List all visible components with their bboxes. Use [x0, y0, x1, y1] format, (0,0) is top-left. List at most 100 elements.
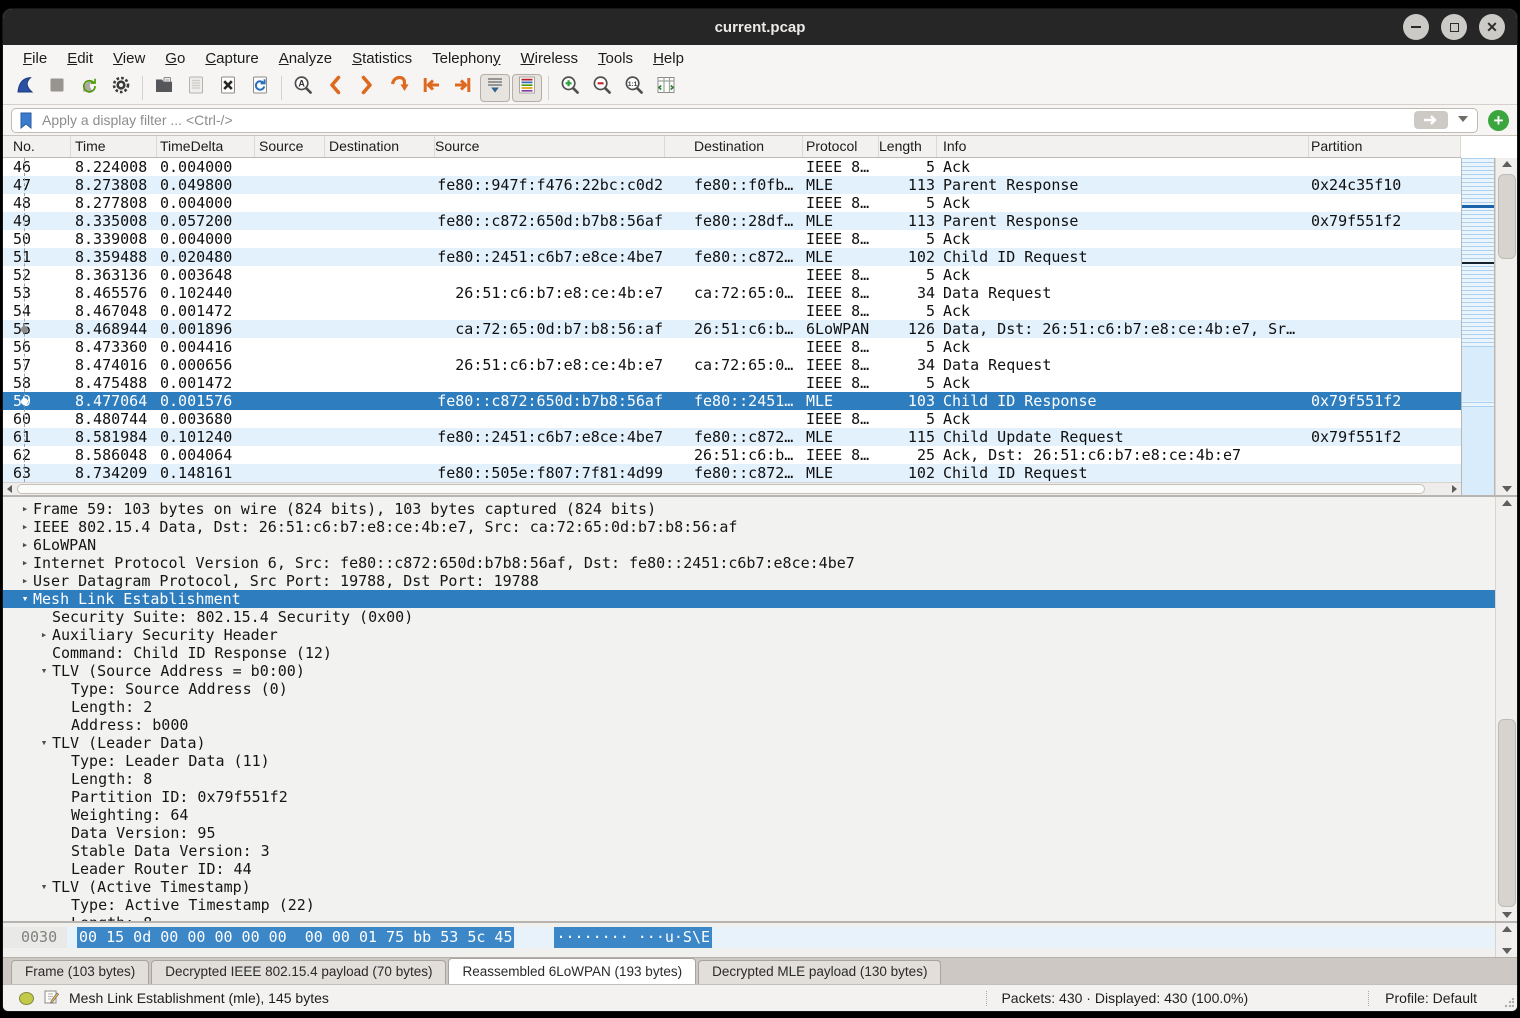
- open-file-button[interactable]: [149, 74, 179, 102]
- detail-line[interactable]: ▸User Datagram Protocol, Src Port: 19788…: [3, 572, 1517, 590]
- menu-statistics[interactable]: Statistics: [342, 48, 422, 69]
- zoom-original-button[interactable]: 1:1: [619, 74, 649, 102]
- zoom-out-button[interactable]: [587, 74, 617, 102]
- packet-row-46[interactable]: 468.2240080.004000IEEE 8…5Ack: [3, 158, 1461, 176]
- capture-comment-icon[interactable]: [44, 989, 59, 1007]
- packet-row-62[interactable]: 628.5860480.00406426:51:c6:b…IEEE 8…25Ac…: [3, 446, 1461, 464]
- byte-view-tab-0[interactable]: Frame (103 bytes): [11, 960, 149, 984]
- colorize-button[interactable]: [512, 74, 542, 102]
- detail-line[interactable]: Command: Child ID Response (12): [3, 644, 1517, 662]
- hex-ascii-selected[interactable]: ········ ···u·S\E: [554, 927, 712, 948]
- column-header-info[interactable]: Info: [937, 136, 1309, 157]
- stop-capture-button[interactable]: [42, 74, 72, 102]
- menu-capture[interactable]: Capture: [195, 48, 268, 69]
- details-scroll-thumb[interactable]: [1498, 719, 1516, 907]
- hex-vscrollbar[interactable]: [1495, 923, 1517, 957]
- menu-file[interactable]: File: [13, 48, 57, 69]
- details-vscrollbar[interactable]: [1495, 497, 1517, 921]
- expander-collapsed-icon[interactable]: ▸: [36, 626, 52, 644]
- column-header-destination[interactable]: Destination: [665, 136, 803, 157]
- packet-row-51[interactable]: 518.3594880.020480fe80::2451:c6b7:e8ce:4…: [3, 248, 1461, 266]
- reload-file-button[interactable]: [245, 74, 275, 102]
- packet-row-49[interactable]: 498.3350080.057200fe80::c872:650d:b7b8:5…: [3, 212, 1461, 230]
- hex-scroll-down[interactable]: [1502, 948, 1512, 954]
- expander-collapsed-icon[interactable]: ▸: [17, 572, 33, 590]
- detail-line[interactable]: Stable Data Version: 3: [3, 842, 1517, 860]
- capture-options-button[interactable]: [106, 74, 136, 102]
- menu-analyze[interactable]: Analyze: [269, 48, 342, 69]
- go-to-packet-button[interactable]: [384, 74, 414, 102]
- detail-line[interactable]: Data Version: 95: [3, 824, 1517, 842]
- intelligent-scrollbar-minimap[interactable]: [1461, 158, 1495, 495]
- close-file-button[interactable]: [213, 74, 243, 102]
- packet-row-57[interactable]: 578.4740160.00065626:51:c6:b7:e8:ce:4b:e…: [3, 356, 1461, 374]
- detail-line[interactable]: Type: Active Timestamp (22): [3, 896, 1517, 914]
- expander-collapsed-icon[interactable]: ▸: [17, 500, 33, 518]
- hscroll-left-arrow[interactable]: [7, 485, 12, 493]
- packet-row-58[interactable]: 588.4754880.001472IEEE 8…5Ack: [3, 374, 1461, 392]
- detail-line[interactable]: Security Suite: 802.15.4 Security (0x00): [3, 608, 1517, 626]
- menu-go[interactable]: Go: [155, 48, 195, 69]
- packet-row-50[interactable]: 508.3390080.004000IEEE 8…5Ack: [3, 230, 1461, 248]
- detail-line[interactable]: ▸6LoWPAN: [3, 536, 1517, 554]
- menu-tools[interactable]: Tools: [588, 48, 643, 69]
- auto-scroll-button[interactable]: [480, 74, 510, 102]
- column-header-protocol[interactable]: Protocol: [803, 136, 879, 157]
- vscroll-thumb[interactable]: [1498, 174, 1516, 259]
- display-filter-input[interactable]: [11, 108, 1478, 133]
- packet-row-54[interactable]: 548.4670480.001472IEEE 8…5Ack: [3, 302, 1461, 320]
- wireshark-start-button[interactable]: [10, 74, 40, 102]
- filter-dropdown-caret[interactable]: [1458, 116, 1468, 122]
- detail-line[interactable]: Length: 8: [3, 770, 1517, 788]
- packet-row-48[interactable]: 488.2778080.004000IEEE 8…5Ack: [3, 194, 1461, 212]
- go-forward-button[interactable]: [352, 74, 382, 102]
- packet-row-55[interactable]: 558.4689440.001896ca:72:65:0d:b7:b8:56:a…: [3, 320, 1461, 338]
- detail-line[interactable]: ▾Mesh Link Establishment: [3, 590, 1517, 608]
- expander-collapsed-icon[interactable]: ▸: [17, 554, 33, 572]
- close-button[interactable]: ✕: [1479, 14, 1505, 40]
- hex-row[interactable]: 0030 00 15 0d 00 00 00 00 00 00 00 01 75…: [3, 927, 1495, 948]
- resize-columns-button[interactable]: [651, 74, 681, 102]
- menu-telephony[interactable]: Telephony: [422, 48, 510, 69]
- detail-line[interactable]: Type: Source Address (0): [3, 680, 1517, 698]
- menu-wireless[interactable]: Wireless: [511, 48, 589, 69]
- menu-view[interactable]: View: [103, 48, 155, 69]
- byte-view-tab-2[interactable]: Reassembled 6LoWPAN (193 bytes): [448, 958, 696, 984]
- restart-capture-button[interactable]: [74, 74, 104, 102]
- expert-info-icon[interactable]: [19, 992, 34, 1005]
- expander-expanded-icon[interactable]: ▾: [36, 734, 52, 752]
- packet-row-59[interactable]: 598.4770640.001576fe80::c872:650d:b7b8:5…: [3, 392, 1461, 410]
- expander-expanded-icon[interactable]: ▾: [36, 878, 52, 896]
- packet-row-53[interactable]: 538.4655760.10244026:51:c6:b7:e8:ce:4b:e…: [3, 284, 1461, 302]
- detail-line[interactable]: Partition ID: 0x79f551f2: [3, 788, 1517, 806]
- detail-line[interactable]: ▸Internet Protocol Version 6, Src: fe80:…: [3, 554, 1517, 572]
- minimize-button[interactable]: [1403, 14, 1429, 40]
- packet-row-52[interactable]: 528.3631360.003648IEEE 8…5Ack: [3, 266, 1461, 284]
- zoom-in-button[interactable]: [555, 74, 585, 102]
- hex-scroll-up[interactable]: [1502, 926, 1512, 932]
- column-header-source[interactable]: Source: [435, 136, 665, 157]
- menu-help[interactable]: Help: [643, 48, 694, 69]
- details-scroll-down[interactable]: [1502, 912, 1512, 918]
- title-bar[interactable]: current.pcap ✕: [3, 9, 1517, 45]
- detail-line[interactable]: ▸IEEE 802.15.4 Data, Dst: 26:51:c6:b7:e8…: [3, 518, 1517, 536]
- packet-row-61[interactable]: 618.5819840.101240fe80::2451:c6b7:e8ce:4…: [3, 428, 1461, 446]
- go-first-button[interactable]: [416, 74, 446, 102]
- packet-row-60[interactable]: 608.4807440.003680IEEE 8…5Ack: [3, 410, 1461, 428]
- details-scroll-up[interactable]: [1502, 500, 1512, 506]
- detail-line[interactable]: Weighting: 64: [3, 806, 1517, 824]
- detail-line[interactable]: ▸Auxiliary Security Header: [3, 626, 1517, 644]
- expander-expanded-icon[interactable]: ▾: [36, 662, 52, 680]
- packet-list-hscrollbar[interactable]: [3, 482, 1461, 495]
- save-file-button[interactable]: [181, 74, 211, 102]
- packet-row-47[interactable]: 478.2738080.049800fe80::947f:f476:22bc:c…: [3, 176, 1461, 194]
- filter-apply-button[interactable]: [1414, 111, 1448, 129]
- column-header-destination[interactable]: Destination: [325, 136, 435, 157]
- column-header-source[interactable]: Source: [255, 136, 325, 157]
- go-last-button[interactable]: [448, 74, 478, 102]
- detail-line[interactable]: ▾TLV (Source Address = b0:00): [3, 662, 1517, 680]
- packet-row-56[interactable]: 568.4733600.004416IEEE 8…5Ack: [3, 338, 1461, 356]
- detail-line[interactable]: ▾TLV (Active Timestamp): [3, 878, 1517, 896]
- expander-collapsed-icon[interactable]: ▸: [17, 518, 33, 536]
- expander-collapsed-icon[interactable]: ▸: [17, 536, 33, 554]
